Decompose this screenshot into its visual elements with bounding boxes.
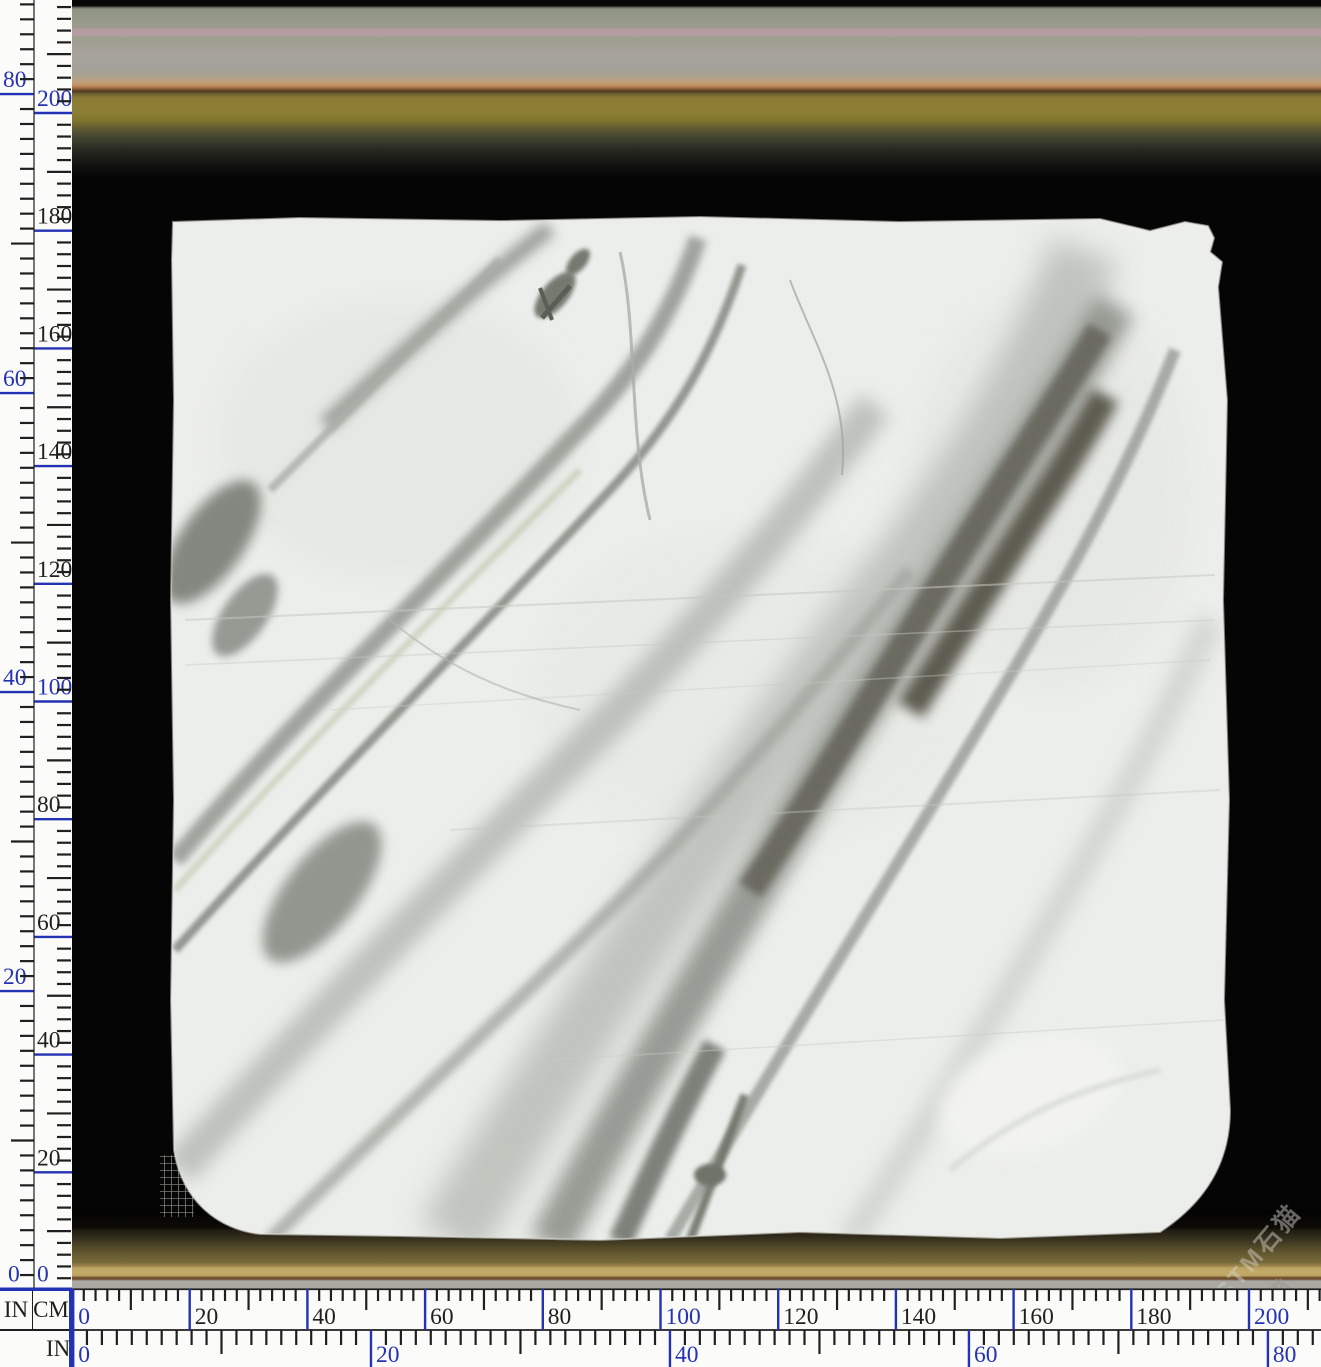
- left-ruler: 020406080100120140160180200020406080: [0, 0, 72, 1290]
- scanner-calibration-band-top: [72, 0, 1321, 178]
- corner-units-row: IN CM: [0, 1291, 69, 1331]
- svg-text:80: 80: [37, 792, 61, 818]
- svg-text:20: 20: [195, 1304, 219, 1330]
- svg-text:20: 20: [37, 1145, 61, 1171]
- svg-text:120: 120: [783, 1304, 818, 1330]
- corner-label-inches-vertical: IN: [0, 1291, 33, 1329]
- marble-slab-image: [150, 190, 1250, 1270]
- corner-inches-row: IN: [0, 1331, 69, 1367]
- svg-text:40: 40: [312, 1304, 336, 1330]
- ruler-corner: IN CM IN: [0, 1288, 72, 1367]
- svg-text:140: 140: [901, 1304, 936, 1330]
- svg-text:40: 40: [37, 1028, 61, 1054]
- svg-text:0: 0: [78, 1304, 90, 1330]
- slab-scan-view: STM石猫 石猫 石猫 0204060801001201401601802000…: [0, 0, 1321, 1367]
- svg-text:60: 60: [974, 1342, 998, 1367]
- svg-text:60: 60: [37, 910, 61, 936]
- corner-label-cm-vertical: CM: [33, 1297, 69, 1323]
- svg-text:160: 160: [1019, 1304, 1054, 1330]
- svg-text:40: 40: [675, 1342, 699, 1367]
- svg-text:80: 80: [1273, 1342, 1297, 1367]
- corner-label-inches-horizontal: IN: [0, 1336, 70, 1362]
- svg-text:20: 20: [376, 1342, 400, 1367]
- bottom-ruler: 0 20 40 60 80 100 120 140 160 180 200 0 20 40 60 80: [72, 1288, 1321, 1367]
- svg-text:80: 80: [548, 1304, 572, 1330]
- svg-text:0: 0: [8, 1262, 20, 1288]
- svg-text:200: 200: [1254, 1304, 1289, 1330]
- svg-text:0: 0: [78, 1342, 90, 1367]
- svg-text:60: 60: [430, 1304, 454, 1330]
- svg-text:180: 180: [1136, 1304, 1171, 1330]
- svg-text:0: 0: [37, 1262, 49, 1288]
- svg-text:100: 100: [666, 1304, 701, 1330]
